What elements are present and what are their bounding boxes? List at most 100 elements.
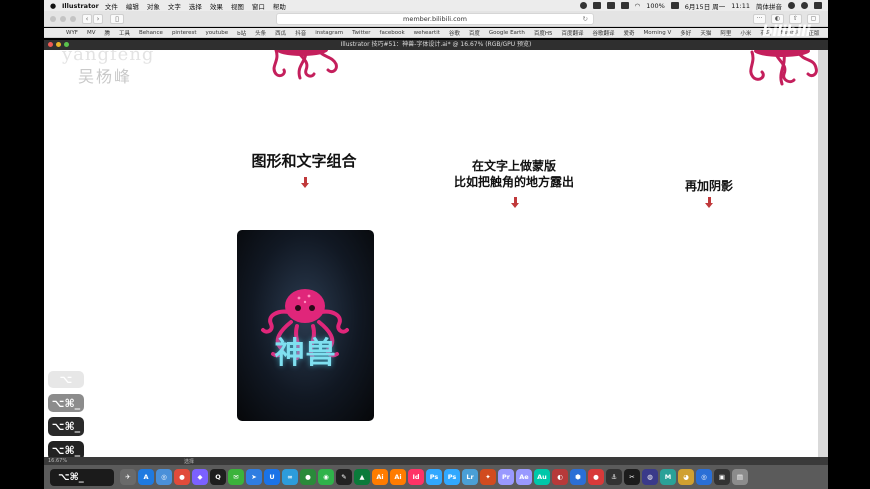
bookmark-item[interactable]: 多好 (680, 29, 691, 37)
menu-file[interactable]: 文件 (105, 1, 118, 11)
dock-app-icon[interactable]: Pr (498, 469, 514, 485)
bookmark-item[interactable]: Behance (139, 30, 163, 36)
dock-app-icon[interactable]: Q (210, 469, 226, 485)
bookmark-item[interactable]: 西瓜 (275, 29, 286, 37)
dock-app-icon[interactable]: ▤ (732, 469, 748, 485)
battery-icon[interactable] (670, 2, 679, 9)
bookmark-item[interactable]: 小米 (740, 29, 751, 37)
dock-app-icon[interactable]: ∞ (282, 469, 298, 485)
minimize-button[interactable] (60, 16, 66, 22)
bookmark-item[interactable]: pinterest (172, 30, 197, 36)
app-status-icon[interactable] (592, 2, 601, 9)
dock-app-icon[interactable]: ◎ (156, 469, 172, 485)
dock-app-icon[interactable]: A (138, 469, 154, 485)
dock-app-icon[interactable]: ◍ (642, 469, 658, 485)
bookmark-item[interactable]: youtube (206, 30, 229, 36)
current-tool[interactable]: 选择 (184, 458, 194, 465)
url-bar[interactable]: member.bilibili.com ↻ (276, 13, 594, 25)
dock-app-icon[interactable]: ● (588, 469, 604, 485)
dock-app-icon[interactable]: ◉ (318, 469, 334, 485)
bookmark-item[interactable]: 百度 (469, 29, 480, 37)
bookmark-item[interactable]: 抖音 (295, 29, 306, 37)
siri-icon[interactable] (801, 2, 808, 9)
dock-app-icon[interactable]: U (264, 469, 280, 485)
search-icon[interactable] (788, 2, 795, 9)
bookmark-item[interactable]: 天猫 (700, 29, 711, 37)
dock-app-icon[interactable]: ◕ (678, 469, 694, 485)
close-button[interactable] (50, 16, 56, 22)
reload-icon[interactable]: ↻ (583, 14, 588, 25)
bookmark-item[interactable]: 阿里 (720, 29, 731, 37)
bookmark-item[interactable]: 百度H5 (534, 29, 553, 37)
zoom-button[interactable] (70, 16, 76, 22)
dock-app-icon[interactable]: M (660, 469, 676, 485)
bookmark-item[interactable]: MV (87, 30, 96, 36)
app-status-icon-2[interactable] (606, 2, 615, 9)
bookmark-item[interactable]: Twitter (352, 30, 370, 36)
dock-app-icon[interactable]: ✎ (336, 469, 352, 485)
dock-app-icon[interactable]: Id (408, 469, 424, 485)
bookmark-item[interactable]: 腾 (104, 29, 110, 37)
dock-app-icon[interactable]: ● (174, 469, 190, 485)
octopus-illustration-right[interactable] (744, 50, 818, 92)
forward-button[interactable]: › (93, 14, 103, 24)
dock-app-icon[interactable]: Ai (372, 469, 388, 485)
bookmark-item[interactable]: 谷歌翻译 (592, 29, 614, 37)
ai-close-button[interactable] (48, 42, 53, 47)
apple-menu-icon[interactable]: ● (48, 2, 58, 10)
dock-app-icon[interactable]: ◎ (696, 469, 712, 485)
bookmark-item[interactable]: 工具 (119, 29, 130, 37)
dock-app-icon[interactable]: ◐ (552, 469, 568, 485)
dock-app-icon[interactable]: ▲ (354, 469, 370, 485)
poster-artwork[interactable]: 神兽 (237, 230, 374, 421)
menu-object[interactable]: 对象 (147, 1, 160, 11)
display-icon[interactable] (620, 2, 629, 9)
sidebar-toggle-button[interactable]: ▯ (110, 14, 124, 24)
bookmark-item[interactable]: b站 (237, 29, 246, 37)
dock-app-icon[interactable]: ⬢ (570, 469, 586, 485)
ai-zoom-button[interactable] (64, 42, 69, 47)
menu-window[interactable]: 窗口 (252, 1, 265, 11)
menu-help[interactable]: 帮助 (273, 1, 286, 11)
bookmark-item[interactable]: Google Earth (489, 30, 525, 36)
menu-select[interactable]: 选择 (189, 1, 202, 11)
bookmark-item[interactable]: facebook (380, 30, 405, 36)
back-button[interactable]: ‹ (82, 14, 92, 24)
dock-app-icon[interactable]: ✂ (624, 469, 640, 485)
bookmark-item[interactable]: weheartit (414, 30, 440, 36)
dock-app-icon[interactable]: Ps (444, 469, 460, 485)
dock-app-icon[interactable]: ✉ (228, 469, 244, 485)
menu-edit[interactable]: 编辑 (126, 1, 139, 11)
app-menu[interactable]: Illustrator (62, 2, 99, 10)
record-icon[interactable] (579, 2, 587, 9)
dock-app-icon[interactable]: Ps (426, 469, 442, 485)
artboard-canvas[interactable]: yangfeng 吴杨峰 图形和文字组合 在文字上做蒙版 比如把触角的地方露出 … (44, 50, 818, 457)
ai-minimize-button[interactable] (56, 42, 61, 47)
dock-app-icon[interactable]: ⚓ (606, 469, 622, 485)
dock-app-icon[interactable]: ➤ (246, 469, 262, 485)
menu-effect[interactable]: 效果 (210, 1, 223, 11)
dock-app-icon[interactable]: Au (534, 469, 550, 485)
dock-app-icon[interactable]: ▣ (714, 469, 730, 485)
dock-app-icon[interactable]: Ai (390, 469, 406, 485)
input-method[interactable]: 简体拼音 (756, 1, 782, 11)
bookmark-item[interactable]: instagram (315, 30, 343, 36)
menu-view[interactable]: 视图 (231, 1, 244, 11)
bookmark-item[interactable]: 百度翻译 (561, 29, 583, 37)
bookmark-item[interactable]: 头条 (255, 29, 266, 37)
bookmark-item[interactable]: 谷歌 (449, 29, 460, 37)
dock-app-icon[interactable]: ● (300, 469, 316, 485)
bookmark-item[interactable]: 爱奇 (624, 29, 635, 37)
notification-icon[interactable] (814, 2, 822, 9)
menu-type[interactable]: 文字 (168, 1, 181, 11)
octopus-illustration-top[interactable] (266, 50, 346, 88)
dock-app-icon[interactable]: ◆ (192, 469, 208, 485)
dock-app-icon[interactable]: Lr (462, 469, 478, 485)
zoom-level[interactable]: 16.67% (48, 458, 67, 464)
dock-app-icon[interactable]: ✦ (480, 469, 496, 485)
dock-app-icon[interactable]: ✈ (120, 469, 136, 485)
bookmark-item[interactable]: Morning V (644, 30, 672, 36)
dock-app-icon[interactable]: Ae (516, 469, 532, 485)
wifi-icon[interactable]: ◠ (635, 2, 641, 10)
bookmark-item[interactable]: WYF (66, 30, 78, 36)
